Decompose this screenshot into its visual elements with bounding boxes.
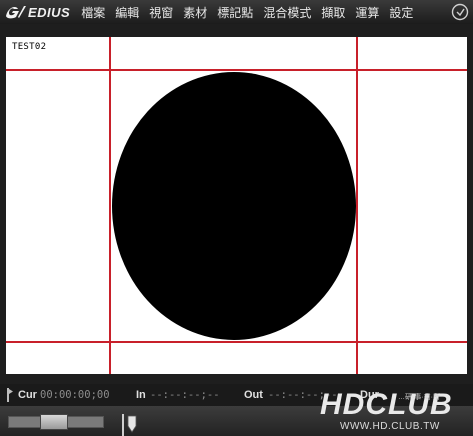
app-logo: EDIUS xyxy=(4,4,70,20)
in-timecode[interactable]: --:--:--;-- xyxy=(150,389,220,401)
menu-view[interactable]: 視窗 xyxy=(144,4,178,21)
menu-clip[interactable]: 素材 xyxy=(178,4,212,21)
cur-timecode[interactable]: 00:00:00;00 xyxy=(40,389,110,401)
watermark-url: WWW.HD.CLUB.TW xyxy=(340,421,440,432)
app-name: EDIUS xyxy=(28,4,71,20)
preview-frame xyxy=(6,37,467,374)
clip-name-label: TEST02 xyxy=(12,42,47,52)
edius-logo-icon xyxy=(6,6,26,19)
in-label: In xyxy=(136,389,146,401)
playhead-icon[interactable] xyxy=(122,414,138,436)
menu-capture[interactable]: 擷取 xyxy=(316,4,350,21)
shuttle-slider-thumb[interactable] xyxy=(40,414,68,430)
menu-mode[interactable]: 混合模式 xyxy=(258,4,316,21)
watermark-subtitle: …研·事·商·所 xyxy=(398,394,440,401)
marker-icon[interactable] xyxy=(7,388,13,402)
menu-render[interactable]: 運算 xyxy=(350,4,384,21)
close-icon[interactable] xyxy=(451,3,469,21)
watermark: HDCLUB …研·事·商·所 WWW.HD.CLUB.TW xyxy=(320,388,470,434)
menu-file[interactable]: 檔案 xyxy=(76,4,110,21)
menu-bar: EDIUS 檔案 編輯 視窗 素材 標記點 混合模式 擷取 運算 設定 xyxy=(0,0,473,24)
black-ellipse xyxy=(112,72,356,340)
menu-edit[interactable]: 編輯 xyxy=(110,4,144,21)
menu-settings[interactable]: 設定 xyxy=(384,4,418,21)
preview-monitor[interactable]: TEST02 xyxy=(6,37,467,374)
menu-marker[interactable]: 標記點 xyxy=(212,4,258,21)
cur-label: Cur xyxy=(18,389,37,401)
out-label: Out xyxy=(244,389,263,401)
